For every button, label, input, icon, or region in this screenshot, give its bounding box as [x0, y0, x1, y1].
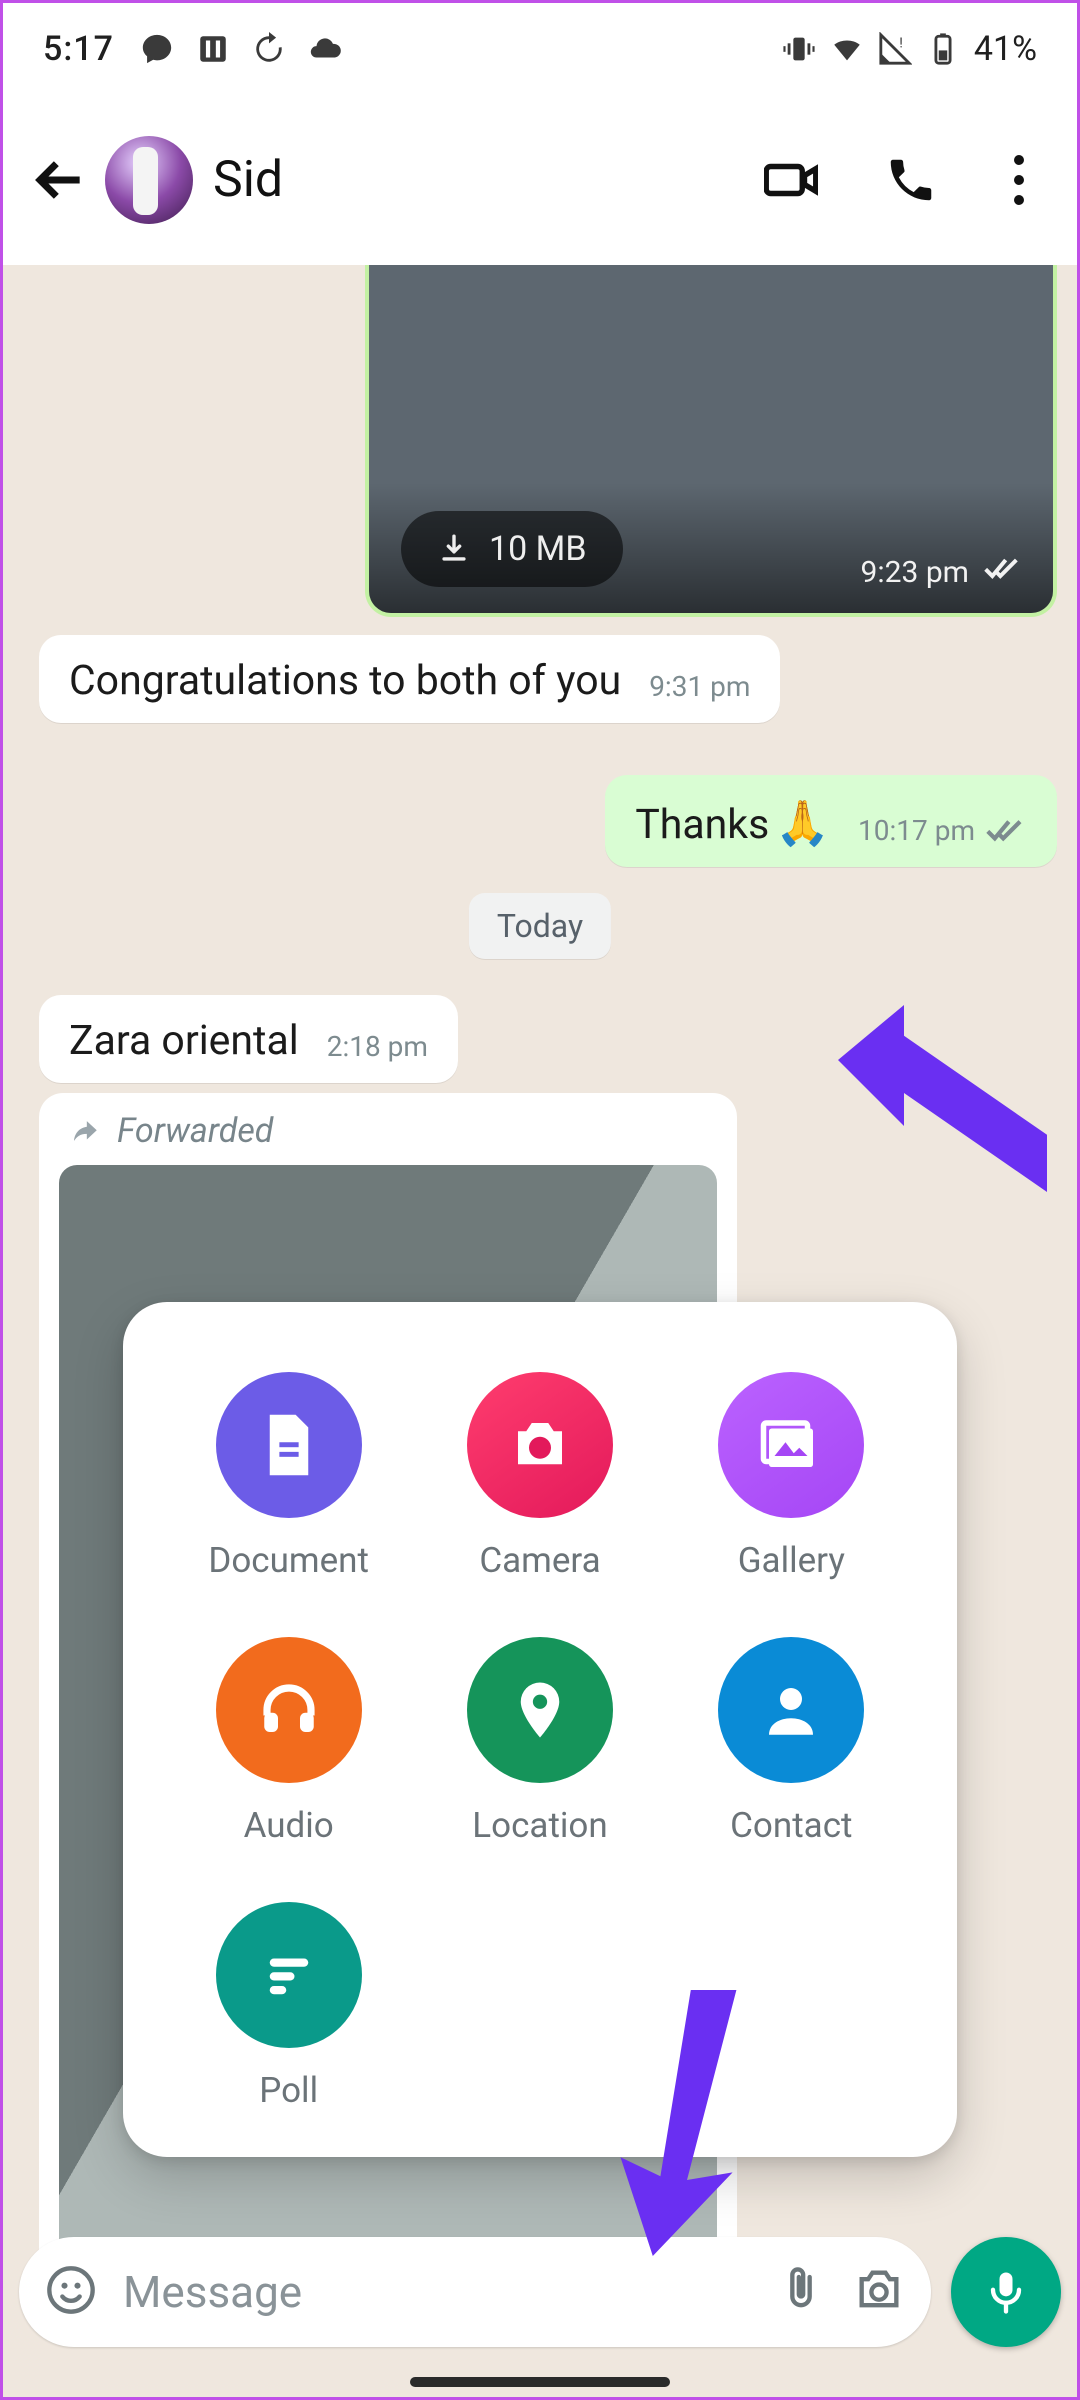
location-pin-icon — [467, 1637, 613, 1783]
battery-icon — [926, 32, 960, 66]
sent-media-message[interactable]: 10 MB 9:23 pm — [365, 265, 1057, 617]
notification-sync-icon — [252, 32, 286, 66]
headphones-icon — [216, 1637, 362, 1783]
wifi-icon — [830, 32, 864, 66]
message-text: Congratulations to both of you — [69, 657, 621, 705]
media-time: 9:23 pm — [861, 555, 969, 590]
annotation-arrow-icon — [573, 1983, 763, 2267]
notification-cloud-icon — [308, 32, 342, 66]
contact-name[interactable]: Sid — [213, 151, 759, 209]
received-message[interactable]: Zara oriental 2:18 pm — [39, 995, 458, 1083]
option-label: Camera — [479, 1540, 600, 1581]
voice-call-button[interactable] — [879, 148, 943, 212]
more-options-button[interactable] — [999, 155, 1039, 205]
video-call-button[interactable] — [759, 148, 823, 212]
message-time: 10:17 pm — [858, 814, 975, 849]
attach-document[interactable]: Document — [163, 1372, 414, 1581]
option-label: Location — [472, 1805, 607, 1846]
forwarded-label: Forwarded — [59, 1111, 717, 1165]
attach-gallery[interactable]: Gallery — [666, 1372, 917, 1581]
message-placeholder: Message — [123, 2266, 749, 2318]
emoji-icon[interactable] — [45, 2264, 97, 2320]
option-label: Gallery — [738, 1540, 845, 1581]
message-time: 9:31 pm — [649, 670, 750, 705]
message-text: Thanks — [635, 801, 769, 849]
media-meta: 9:23 pm — [861, 553, 1023, 591]
svg-text:!: ! — [899, 36, 903, 52]
option-label: Contact — [730, 1805, 852, 1846]
camera-shortcut-icon[interactable] — [853, 2264, 905, 2320]
back-button[interactable] — [21, 140, 101, 220]
status-time: 5:17 — [43, 29, 114, 69]
download-media-button[interactable]: 10 MB — [401, 511, 623, 587]
media-size: 10 MB — [489, 529, 587, 569]
read-ticks-icon — [983, 553, 1023, 591]
option-label: Poll — [259, 2070, 318, 2111]
read-ticks-icon — [975, 815, 1027, 849]
contact-avatar[interactable] — [105, 136, 193, 224]
attach-contact[interactable]: Contact — [666, 1637, 917, 1846]
annotation-arrow-icon — [827, 1005, 1047, 1229]
document-icon — [216, 1372, 362, 1518]
attach-poll[interactable]: Poll — [163, 1902, 414, 2111]
notification-chat-icon — [140, 32, 174, 66]
chat-body[interactable]: 10 MB 9:23 pm Congratulations to both of… — [3, 265, 1077, 2397]
vibrate-icon — [782, 32, 816, 66]
attach-audio[interactable]: Audio — [163, 1637, 414, 1846]
received-message[interactable]: Congratulations to both of you 9:31 pm — [39, 635, 780, 723]
composer-area: Message — [19, 2237, 1061, 2347]
sent-message[interactable]: Thanks 🙏 10:17 pm — [605, 775, 1057, 867]
pray-emoji-icon: 🙏 — [775, 797, 830, 849]
attach-location[interactable]: Location — [414, 1637, 665, 1846]
attachment-sheet: Document Camera Gallery Audio Location C… — [123, 1302, 957, 2157]
poll-icon — [216, 1902, 362, 2048]
chat-app-bar: Sid — [3, 95, 1077, 265]
gesture-bar — [410, 2377, 670, 2387]
date-divider: Today — [469, 893, 611, 959]
option-label: Document — [208, 1540, 369, 1581]
voice-record-button[interactable] — [951, 2237, 1061, 2347]
attach-camera[interactable]: Camera — [414, 1372, 665, 1581]
attach-icon[interactable] — [775, 2264, 827, 2320]
message-text: Zara oriental — [69, 1017, 299, 1065]
battery-percent: 41% — [974, 29, 1037, 69]
status-bar: 5:17 ! 41% — [3, 3, 1077, 95]
message-time: 2:18 pm — [327, 1030, 428, 1065]
notification-app-icon — [196, 32, 230, 66]
signal-icon: ! — [878, 32, 912, 66]
person-icon — [718, 1637, 864, 1783]
camera-icon — [467, 1372, 613, 1518]
message-input[interactable]: Message — [19, 2237, 931, 2347]
gallery-icon — [718, 1372, 864, 1518]
option-label: Audio — [244, 1805, 334, 1846]
